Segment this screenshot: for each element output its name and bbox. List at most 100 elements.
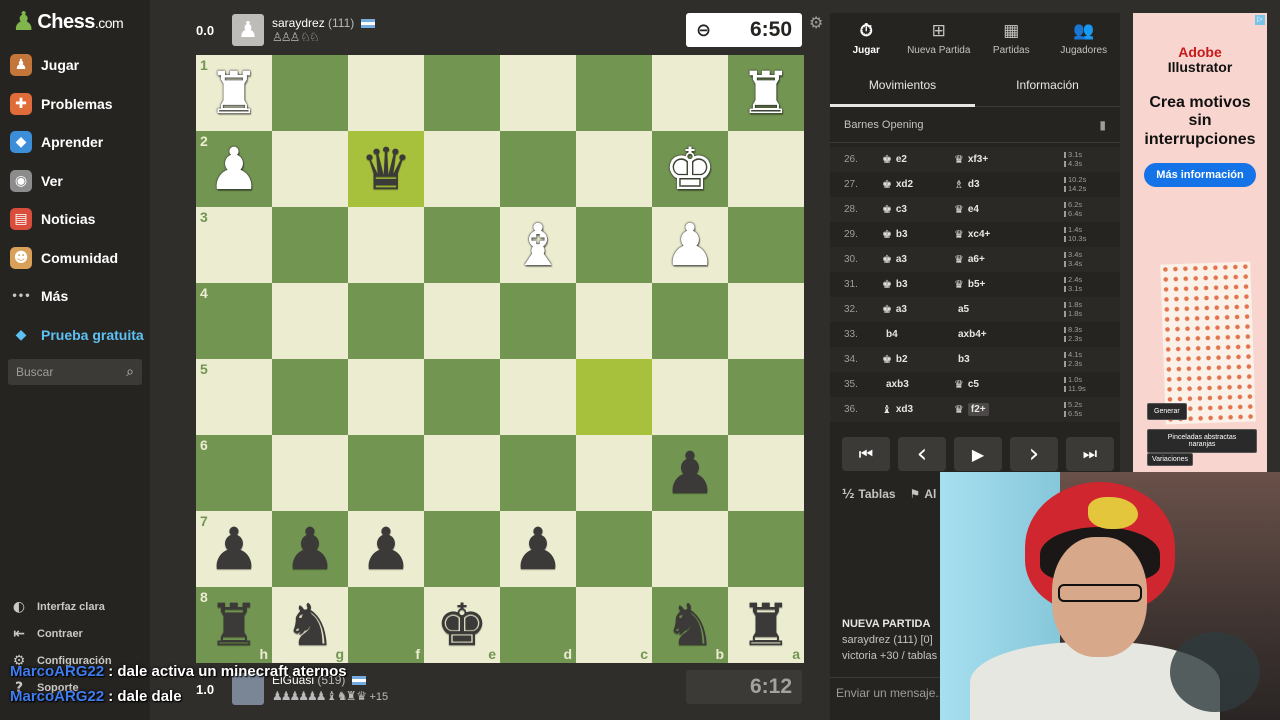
board-square[interactable] [424,435,500,511]
board-square[interactable]: 4 [196,283,272,359]
board-square[interactable] [424,131,500,207]
tab-movimientos[interactable]: Movimientos [830,63,975,107]
board-square[interactable] [500,359,576,435]
search-field[interactable]: Buscar ⌕ [8,359,142,385]
board-square[interactable] [576,359,652,435]
search-icon[interactable]: ⌕ [126,364,134,380]
black-pawn-icon[interactable]: ♟ [512,520,564,578]
board-square[interactable] [424,55,500,131]
board-square[interactable]: a ♜ [728,587,804,663]
black-pawn-icon[interactable]: ♟ [664,444,716,502]
chess-board[interactable]: 1 ♜ ♜ 2 ♟ ♛ ♚ 3 ♝ ♟ 4 5 6 ♟ 7 ♟ ♟ ♟ ♟ 8 h ♜ g ♞ f e ♚ d c b ♞ a ♜ [196,55,804,663]
book-icon[interactable]: ▮ [1099,118,1106,132]
black-move[interactable]: axb4+ [954,329,1064,340]
next-move-button[interactable]: › [1010,437,1058,471]
sidebar-item-0[interactable]: ♟ Jugar [0,46,150,85]
board-square[interactable] [652,511,728,587]
board-square[interactable]: 6 [196,435,272,511]
sidebar-item-7[interactable]: ◆ Prueba gratuita [0,316,150,355]
white-rook-icon[interactable]: ♜ [740,64,792,122]
board-square[interactable] [652,283,728,359]
board-square[interactable] [728,131,804,207]
black-queen-icon[interactable]: ♛ [360,140,412,198]
board-square[interactable] [500,55,576,131]
sidebar-item-5[interactable]: ☻ Comunidad [0,239,150,278]
advertisement[interactable]: ▷ Adobe Illustrator Crea motivos sin int… [1133,13,1267,473]
top-player-name[interactable]: saraydrez [272,16,325,30]
white-move[interactable]: ♚ a3 [872,303,954,316]
play-button[interactable]: ▶ [954,437,1002,471]
board-square[interactable]: 7 ♟ [196,511,272,587]
board-square[interactable]: 3 [196,207,272,283]
black-move[interactable]: ♛ xf3+ [954,153,1064,166]
board-square[interactable]: ♛ [348,131,424,207]
chess-logo[interactable]: ♟ Chess.com [12,8,124,36]
board-square[interactable] [652,359,728,435]
board-square[interactable]: e ♚ [424,587,500,663]
black-move[interactable]: ♛ c5 [954,378,1064,391]
white-move[interactable]: ♚ a3 [872,253,954,266]
white-move[interactable]: ♚ b3 [872,278,954,291]
black-rook-icon[interactable]: ♜ [740,596,792,654]
board-square[interactable]: d [500,587,576,663]
board-square[interactable] [348,359,424,435]
board-square[interactable] [576,55,652,131]
board-square[interactable] [576,207,652,283]
board-square[interactable]: ♟ [272,511,348,587]
board-square[interactable] [348,207,424,283]
ad-cta-button[interactable]: Más información [1144,162,1256,187]
board-square[interactable] [272,435,348,511]
board-square[interactable]: 5 [196,359,272,435]
board-square[interactable] [728,283,804,359]
board-settings-gear-icon[interactable]: ⚙ [809,13,823,32]
sidebar-item-2[interactable]: ◆ Aprender [0,123,150,162]
white-move[interactable]: b4 [872,329,954,340]
white-move[interactable]: ♚ xd2 [872,178,954,191]
tab-1[interactable]: ⊞ Nueva Partida [903,13,976,63]
white-move[interactable]: axb3 [872,379,954,390]
board-square[interactable]: ♚ [652,131,728,207]
board-square[interactable] [500,435,576,511]
sidebar-item-3[interactable]: ◉ Ver [0,162,150,201]
white-bishop-icon[interactable]: ♝ [512,216,564,274]
board-square[interactable]: ♟ [500,511,576,587]
black-pawn-icon[interactable]: ♟ [208,520,260,578]
board-square[interactable] [348,55,424,131]
board-square[interactable]: g ♞ [272,587,348,663]
board-square[interactable] [576,283,652,359]
black-pawn-icon[interactable]: ♟ [284,520,336,578]
black-knight-icon[interactable]: ♞ [284,596,336,654]
sidebar-item-4[interactable]: ▤ Noticias [0,200,150,239]
board-square[interactable] [500,131,576,207]
board-square[interactable] [728,435,804,511]
board-square[interactable] [424,511,500,587]
top-player-avatar[interactable]: ♟ [232,14,264,46]
board-square[interactable]: 2 ♟ [196,131,272,207]
black-move[interactable]: ♛ a6+ [954,253,1064,266]
sidebar-item-1[interactable]: ✚ Problemas [0,85,150,124]
board-square[interactable]: 1 ♜ [196,55,272,131]
sidebar-bottom-link[interactable]: ⇤ Contraer [0,620,150,647]
white-move[interactable]: ♚ b2 [872,353,954,366]
board-square[interactable] [424,207,500,283]
white-rook-icon[interactable]: ♜ [208,64,260,122]
board-square[interactable]: c [576,587,652,663]
ad-choices-icon[interactable]: ▷ [1255,15,1265,25]
black-king-icon[interactable]: ♚ [436,596,488,654]
board-square[interactable] [424,283,500,359]
black-move[interactable]: ♛ xc4+ [954,228,1064,241]
tab-3[interactable]: 👥 Jugadores [1048,13,1121,63]
board-square[interactable]: ♝ [500,207,576,283]
white-move[interactable]: ♚ e2 [872,153,954,166]
board-square[interactable] [272,283,348,359]
black-rook-icon[interactable]: ♜ [208,596,260,654]
board-square[interactable]: ♜ [728,55,804,131]
tab-0[interactable]: ⏱ Jugar [830,13,903,63]
board-square[interactable] [576,511,652,587]
black-move[interactable]: ♛ f2+ [954,403,1064,416]
board-square[interactable]: 8 h ♜ [196,587,272,663]
black-move[interactable]: ♗ d3 [954,178,1064,191]
board-square[interactable] [424,359,500,435]
board-square[interactable]: ♟ [652,207,728,283]
black-move[interactable]: ♛ e4 [954,203,1064,216]
